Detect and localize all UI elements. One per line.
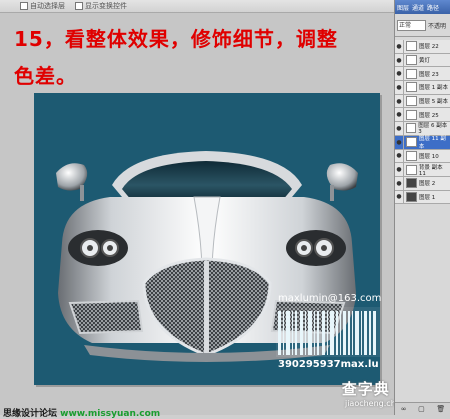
- layer-row[interactable]: ● 背景 副本 11: [395, 163, 450, 177]
- layer-thumbnail: [405, 164, 417, 175]
- trash-icon[interactable]: 🗑: [436, 405, 445, 413]
- layer-name: 图层 23: [419, 71, 439, 78]
- layer-thumbnail: [406, 150, 417, 161]
- layer-thumbnail: [406, 191, 417, 202]
- eye-icon[interactable]: ●: [395, 135, 404, 149]
- tab-paths[interactable]: 路径: [427, 3, 439, 12]
- caption-line-1: 15，看整体效果，修饰细节，调整: [14, 27, 338, 51]
- layer-name: 图层 11 副本: [418, 136, 446, 151]
- eye-icon[interactable]: ●: [395, 40, 404, 53]
- eye-icon[interactable]: ●: [395, 190, 404, 204]
- layer-name: 图层 1 副本: [419, 85, 448, 92]
- eye-icon[interactable]: ●: [395, 108, 404, 122]
- right-headlight: [286, 230, 346, 266]
- new-layer-icon[interactable]: ▢: [418, 405, 425, 413]
- eye-icon[interactable]: ●: [395, 122, 404, 135]
- show-transform-option[interactable]: 显示变换控件: [75, 1, 127, 11]
- blend-mode-select[interactable]: 正常: [397, 19, 426, 31]
- eye-icon[interactable]: ●: [395, 94, 404, 108]
- panel-tabs: 图层 通道 路径: [395, 0, 450, 14]
- layer-thumbnail: [406, 55, 417, 66]
- document-workspace: 15，看整体效果，修饰细节，调整 色差。 maxlumin@163.com 39…: [0, 13, 394, 419]
- site-credit-prefix: 思缘设计论坛: [3, 409, 61, 419]
- checkbox-icon: [75, 2, 83, 10]
- layer-thumbnail: [406, 41, 417, 52]
- layer-thumbnail: [406, 68, 417, 79]
- site-credit: 思缘设计论坛 www.missyuan.com: [3, 406, 160, 419]
- site-credit-link[interactable]: www.missyuan.com: [60, 409, 160, 419]
- layer-row[interactable]: ● 图层 23: [395, 67, 450, 82]
- layer-row[interactable]: ● 图层 2: [395, 176, 450, 191]
- layer-row[interactable]: ● 图层 1 副本: [395, 81, 450, 95]
- caption-line-2: 色差。: [14, 64, 77, 88]
- layer-thumbnail: [406, 178, 417, 189]
- left-headlight: [68, 230, 128, 266]
- eye-icon[interactable]: ●: [395, 149, 404, 163]
- eye-icon[interactable]: ●: [395, 176, 404, 190]
- barcode-number: 390295937max.lu: [278, 359, 379, 370]
- layer-name: 背景 副本 11: [418, 164, 443, 177]
- layer-row[interactable]: ● 图层 5 副本: [395, 94, 450, 109]
- layer-thumbnail: [405, 137, 417, 148]
- layers-list: ● 图层 22 ● 黄灯 ● 图层 23 ● 图层 1 副本 ● 图层 5 副本 ● 图层 25 ● 图层…: [395, 40, 450, 205]
- layer-name: 黄灯: [419, 58, 431, 65]
- link-icon[interactable]: ∞: [401, 405, 407, 413]
- eye-icon[interactable]: ●: [395, 163, 404, 176]
- layer-name: 图层 5 副本: [419, 99, 448, 106]
- layer-row[interactable]: ● 图层 1: [395, 190, 450, 205]
- layer-row[interactable]: ● 图层 25: [395, 108, 450, 123]
- eye-icon[interactable]: ●: [395, 53, 404, 67]
- layer-thumbnail: [406, 96, 417, 107]
- layer-row[interactable]: ● 黄灯: [395, 53, 450, 68]
- layer-name: 图层 2: [419, 181, 436, 188]
- opacity-label: 不透明: [428, 22, 447, 30]
- tab-channels[interactable]: 通道: [412, 3, 424, 12]
- layer-name: 图层 25: [419, 112, 439, 119]
- layers-panel: 图层 通道 路径 正常 不透明 ● 图层 22 ● 黄灯 ● 图层 23 ● 图层 1 副本 ●…: [394, 0, 450, 415]
- layer-row[interactable]: ● 图层 11 副本: [395, 135, 450, 151]
- auto-select-option[interactable]: 自动选择层: [20, 1, 65, 11]
- layer-name: 图层 1: [419, 194, 436, 201]
- layer-row[interactable]: ● 图层 22: [395, 40, 450, 54]
- layers-panel-footer: ∞ ▢ 🗑: [395, 402, 450, 415]
- layer-thumbnail: [406, 109, 417, 120]
- barcode-graphic: [276, 307, 380, 357]
- tab-layers[interactable]: 图层: [397, 3, 409, 12]
- eye-icon[interactable]: ●: [395, 67, 404, 81]
- layer-thumbnail: [405, 123, 417, 134]
- tutorial-step-caption: 15，看整体效果，修饰细节，调整 色差。: [14, 21, 384, 95]
- author-email: maxlumin@163.com: [278, 293, 382, 304]
- layer-name: 图层 22: [419, 44, 439, 51]
- layer-thumbnail: [406, 82, 417, 93]
- checkbox-icon: [20, 2, 28, 10]
- options-toolbar: 自动选择层 显示变换控件: [0, 0, 394, 13]
- layer-row[interactable]: ● 图层 10: [395, 149, 450, 164]
- eye-icon[interactable]: ●: [395, 81, 404, 94]
- layer-options: 正常 不透明: [395, 14, 450, 37]
- layer-name: 图层 10: [419, 153, 439, 160]
